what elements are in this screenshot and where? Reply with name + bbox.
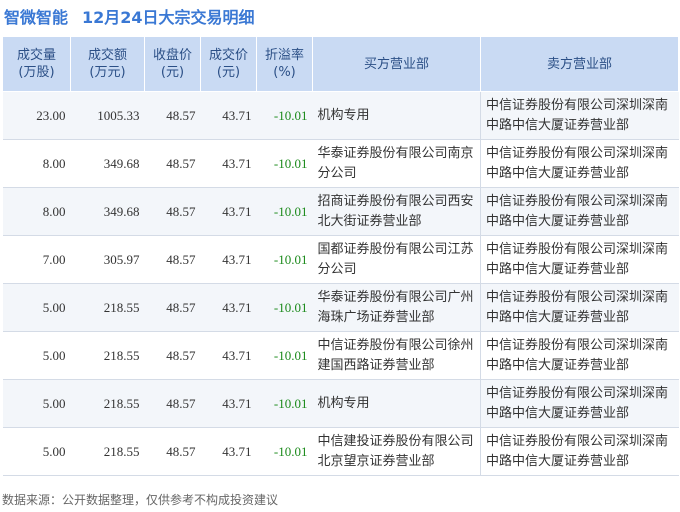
cell-volume: 7.00 — [2, 235, 71, 284]
cell-buyer: 机构专用 — [312, 379, 481, 428]
cell-close: 48.57 — [144, 283, 201, 332]
table-row: 5.00 218.55 48.57 43.71 -10.01 华泰证券股份有限公… — [2, 283, 679, 332]
cell-seller: 中信证券股份有限公司深圳深南中路中信大厦证券营业部 — [480, 379, 679, 428]
cell-price: 43.71 — [200, 283, 257, 332]
cell-seller: 中信证券股份有限公司深圳深南中路中信大厦证券营业部 — [480, 235, 679, 284]
cell-buyer: 中信建投证券股份有限公司北京望京证券营业部 — [312, 427, 481, 476]
cell-seller: 中信证券股份有限公司深圳深南中路中信大厦证券营业部 — [480, 331, 679, 380]
cell-premium: -10.01 — [256, 139, 313, 188]
cell-volume: 8.00 — [2, 139, 71, 188]
cell-amount: 218.55 — [70, 427, 145, 476]
table-header-row: 成交量 (万股) 成交额 (万元) 收盘价 (元) 成交价 (元) 折溢率 (%) 买方营… — [2, 36, 679, 92]
cell-volume: 5.00 — [2, 427, 71, 476]
cell-seller: 中信证券股份有限公司深圳深南中路中信大厦证券营业部 — [480, 187, 679, 236]
title-bar: 智微智能 12月24日大宗交易明细 — [0, 0, 680, 32]
cell-price: 43.71 — [200, 235, 257, 284]
column-header-seller: 卖方营业部 — [480, 36, 679, 92]
cell-amount: 1005.33 — [70, 91, 145, 140]
cell-amount: 218.55 — [70, 331, 145, 380]
cell-buyer: 华泰证券股份有限公司南京分公司 — [312, 139, 481, 188]
cell-volume: 23.00 — [2, 91, 71, 140]
cell-premium: -10.01 — [256, 427, 313, 476]
stock-name: 智微智能 — [4, 8, 69, 27]
cell-volume: 5.00 — [2, 331, 71, 380]
table-row: 8.00 349.68 48.57 43.71 -10.01 招商证券股份有限公… — [2, 187, 679, 236]
cell-close: 48.57 — [144, 235, 201, 284]
cell-price: 43.71 — [200, 427, 257, 476]
cell-buyer: 国都证券股份有限公司江苏分公司 — [312, 235, 481, 284]
data-source-note: 数据来源：公开数据整理，仅供参考不构成投资建议 — [2, 493, 279, 507]
cell-price: 43.71 — [200, 91, 257, 140]
cell-buyer: 机构专用 — [312, 91, 481, 140]
block-trade-table: 成交量 (万股) 成交额 (万元) 收盘价 (元) 成交价 (元) 折溢率 (%) 买方营… — [2, 36, 679, 476]
cell-premium: -10.01 — [256, 91, 313, 140]
table-row: 5.00 218.55 48.57 43.71 -10.01 中信证券股份有限公… — [2, 331, 679, 380]
cell-amount: 218.55 — [70, 283, 145, 332]
cell-volume: 5.00 — [2, 283, 71, 332]
table-row: 5.00 218.55 48.57 43.71 -10.01 中信建投证券股份有… — [2, 427, 679, 476]
column-header-amount: 成交额 (万元) — [70, 36, 145, 92]
cell-premium: -10.01 — [256, 379, 313, 428]
cell-seller: 中信证券股份有限公司深圳深南中路中信大厦证券营业部 — [480, 283, 679, 332]
column-header-close: 收盘价 (元) — [144, 36, 201, 92]
cell-buyer: 招商证券股份有限公司西安北大街证券营业部 — [312, 187, 481, 236]
cell-close: 48.57 — [144, 427, 201, 476]
cell-amount: 305.97 — [70, 235, 145, 284]
cell-volume: 8.00 — [2, 187, 71, 236]
cell-amount: 349.68 — [70, 139, 145, 188]
cell-close: 48.57 — [144, 187, 201, 236]
column-header-premium: 折溢率 (%) — [256, 36, 313, 92]
cell-close: 48.57 — [144, 331, 201, 380]
table-row: 23.00 1005.33 48.57 43.71 -10.01 机构专用 中信… — [2, 91, 679, 140]
cell-price: 43.71 — [200, 139, 257, 188]
cell-price: 43.71 — [200, 379, 257, 428]
cell-amount: 349.68 — [70, 187, 145, 236]
column-header-buyer: 买方营业部 — [312, 36, 481, 92]
cell-volume: 5.00 — [2, 379, 71, 428]
column-header-volume: 成交量 (万股) — [2, 36, 71, 92]
table-row: 5.00 218.55 48.57 43.71 -10.01 机构专用 中信证券… — [2, 379, 679, 428]
cell-buyer: 华泰证券股份有限公司广州海珠广场证券营业部 — [312, 283, 481, 332]
cell-amount: 218.55 — [70, 379, 145, 428]
cell-close: 48.57 — [144, 139, 201, 188]
cell-premium: -10.01 — [256, 187, 313, 236]
page-title: 12月24日大宗交易明细 — [82, 8, 255, 27]
table-row: 8.00 349.68 48.57 43.71 -10.01 华泰证券股份有限公… — [2, 139, 679, 188]
column-header-price: 成交价 (元) — [200, 36, 257, 92]
cell-close: 48.57 — [144, 379, 201, 428]
cell-premium: -10.01 — [256, 331, 313, 380]
cell-seller: 中信证券股份有限公司深圳深南中路中信大厦证券营业部 — [480, 427, 679, 476]
cell-seller: 中信证券股份有限公司深圳深南中路中信大厦证券营业部 — [480, 139, 679, 188]
cell-price: 43.71 — [200, 187, 257, 236]
cell-buyer: 中信证券股份有限公司徐州建国西路证券营业部 — [312, 331, 481, 380]
cell-premium: -10.01 — [256, 283, 313, 332]
cell-close: 48.57 — [144, 91, 201, 140]
cell-price: 43.71 — [200, 331, 257, 380]
cell-premium: -10.01 — [256, 235, 313, 284]
cell-seller: 中信证券股份有限公司深圳深南中路中信大厦证券营业部 — [480, 91, 679, 140]
table-row: 7.00 305.97 48.57 43.71 -10.01 国都证券股份有限公… — [2, 235, 679, 284]
